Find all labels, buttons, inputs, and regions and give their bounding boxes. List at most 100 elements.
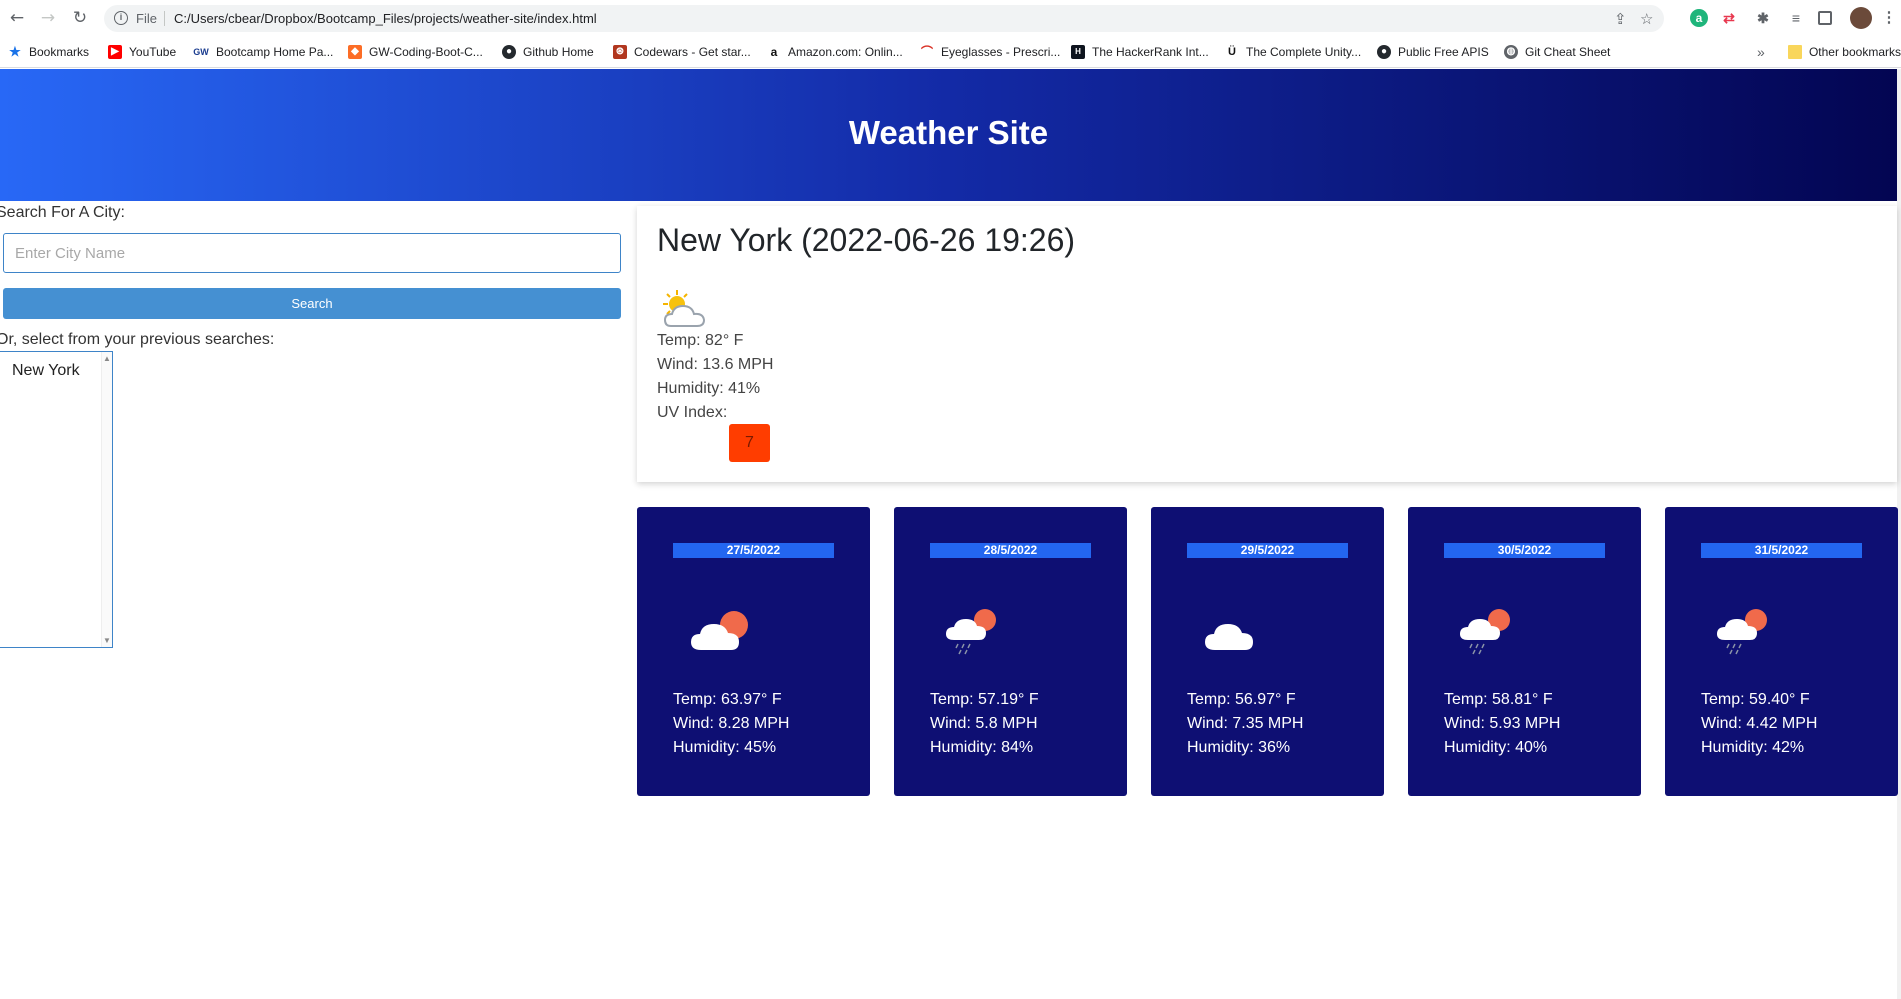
history-scrollbar[interactable]: ▲ ▼ — [101, 352, 112, 647]
scheme-label: File — [136, 11, 157, 26]
rain-sun-icon — [1717, 609, 1767, 655]
search-label: Search For A City: — [0, 204, 125, 221]
eyeglasses-icon: ⌒ — [920, 45, 933, 59]
gitlab-icon: ◆ — [348, 45, 362, 59]
forecast-wind: Wind: 5.93 MPH — [1444, 715, 1561, 732]
back-arrow-icon[interactable]: ← — [7, 8, 27, 28]
url-text[interactable]: C:/Users/cbear/Dropbox/Bootcamp_Files/pr… — [174, 11, 597, 26]
bookmark-label: Git Cheat Sheet — [1525, 45, 1611, 59]
forecast-wind: Wind: 4.42 MPH — [1701, 715, 1818, 732]
other-bookmarks[interactable]: Other bookmarks — [1788, 42, 1901, 62]
forecast-humidity: Humidity: 84% — [930, 739, 1034, 756]
partly-sunny-icon — [663, 290, 706, 327]
scroll-up-icon[interactable]: ▲ — [103, 354, 111, 363]
extensions-puzzle-icon[interactable]: ✱ — [1754, 9, 1772, 27]
bookmark-label: Public Free APIS — [1398, 45, 1489, 59]
bookmark-item[interactable]: ● Github Home — [502, 42, 594, 62]
github-icon: ● — [1377, 45, 1391, 59]
current-humidity: Humidity: 41% — [657, 380, 761, 397]
page-title: Weather Site — [848, 114, 1049, 151]
profile-avatar[interactable] — [1850, 7, 1872, 29]
bookmark-label: GW-Coding-Boot-C... — [369, 45, 483, 59]
amazon-icon: a — [770, 45, 778, 59]
forecast-date: 29/5/2022 — [1187, 543, 1348, 558]
bookmark-star-icon[interactable]: ☆ — [1640, 10, 1653, 28]
history-item-new-york[interactable]: New York — [12, 362, 80, 380]
bookmark-item[interactable]: ▶ YouTube — [108, 42, 176, 62]
city-search-input[interactable] — [3, 233, 621, 273]
forecast-date: 30/5/2022 — [1444, 543, 1605, 558]
bookmark-label: Bootcamp Home Pa... — [216, 45, 334, 59]
bookmark-label: YouTube — [129, 45, 177, 59]
forecast-date: 28/5/2022 — [930, 543, 1091, 558]
forecast-temp: Temp: 56.97° F — [1187, 691, 1296, 708]
previous-searches-list[interactable]: New York ▲ ▼ — [0, 351, 113, 648]
reading-list-icon[interactable]: ≡ — [1787, 9, 1805, 27]
bookmark-item[interactable]: GW Bootcamp Home Pa... — [193, 42, 333, 62]
address-bar[interactable]: i File C:/Users/cbear/Dropbox/Bootcamp_F… — [104, 5, 1664, 32]
rain-sun-icon — [1460, 609, 1510, 655]
forecast-card: 29/5/2022 Temp: 56.97° F Wind: 7.35 MPH … — [1151, 507, 1384, 796]
gw-icon: GW — [193, 47, 209, 57]
bookmarks-overflow-button[interactable]: » — [1757, 42, 1765, 62]
forecast-card: 28/5/2022 Temp: 57.19° F Wind: 5.8 MPH H… — [894, 507, 1127, 796]
forecast-humidity: Humidity: 42% — [1701, 739, 1805, 756]
grammarly-extension-icon[interactable]: a — [1690, 9, 1708, 27]
forecast-wind: Wind: 8.28 MPH — [673, 715, 790, 732]
bookmark-item[interactable]: ⌒ Eyeglasses - Prescri... — [920, 42, 1060, 62]
bookmark-item[interactable]: ★ Bookmarks — [8, 42, 89, 62]
other-bookmarks-label: Other bookmarks — [1808, 45, 1901, 59]
current-wind: Wind: 13.6 MPH — [657, 356, 774, 373]
forecast-humidity: Humidity: 36% — [1187, 739, 1291, 756]
forecast-temp: Temp: 58.81° F — [1444, 691, 1553, 708]
forecast-card: 30/5/2022 Temp: 58.81° F Wind: 5.93 MPH … — [1408, 507, 1641, 796]
bookmark-label: The HackerRank Int... — [1092, 45, 1209, 59]
scroll-down-icon[interactable]: ▼ — [103, 636, 111, 645]
bookmark-label: Codewars - Get star... — [634, 45, 751, 59]
bookmark-item[interactable]: a Amazon.com: Onlin... — [767, 42, 903, 62]
bookmark-label: Amazon.com: Onlin... — [788, 45, 903, 59]
bookmark-item[interactable]: ⊛ Codewars - Get star... — [613, 42, 751, 62]
codewars-icon: ⊛ — [613, 45, 627, 59]
forecast-card: 27/5/2022 Temp: 63.97° F Wind: 8.28 MPH … — [637, 507, 870, 796]
bookmark-label: The Complete Unity... — [1246, 45, 1362, 59]
bookmark-label: Bookmarks — [29, 45, 90, 59]
star-icon: ★ — [9, 44, 21, 59]
bookmark-item[interactable]: ◆ GW-Coding-Boot-C... — [348, 42, 483, 62]
bookmark-item[interactable]: ◍ Git Cheat Sheet — [1504, 42, 1610, 62]
forecast-date: 27/5/2022 — [673, 543, 834, 558]
current-city-title: New York (2022-06-26 19:26) — [657, 222, 1076, 258]
forecast-wind: Wind: 5.8 MPH — [930, 715, 1038, 732]
share-icon[interactable]: ⇪ — [1614, 10, 1627, 28]
address-divider — [164, 11, 165, 26]
bookmark-item[interactable]: Ü The Complete Unity... — [1225, 42, 1361, 62]
bookmark-item[interactable]: ● Public Free APIS — [1377, 42, 1489, 62]
current-weather-card: New York (2022-06-26 19:26) Temp: 82° F … — [637, 206, 1897, 482]
search-button[interactable]: Search — [3, 288, 621, 319]
side-panel-icon[interactable] — [1818, 11, 1832, 25]
forward-arrow-icon[interactable]: → — [38, 8, 58, 28]
info-icon[interactable]: i — [114, 11, 128, 25]
github-icon: ● — [502, 45, 516, 59]
uv-index-label: UV Index: — [657, 404, 728, 421]
bookmark-label: Github Home — [523, 45, 594, 59]
youtube-icon: ▶ — [108, 45, 122, 59]
bookmark-label: Eyeglasses - Prescri... — [941, 45, 1061, 59]
cloud-icon — [1205, 624, 1253, 650]
forecast-humidity: Humidity: 45% — [673, 739, 777, 756]
globe-icon: ◍ — [1504, 45, 1518, 59]
forecast-humidity: Humidity: 40% — [1444, 739, 1548, 756]
reload-icon[interactable]: ↻ — [70, 8, 90, 28]
udemy-icon: Ü — [1228, 46, 1236, 58]
extension-icon[interactable]: ⇄ — [1720, 9, 1738, 27]
bookmark-item[interactable]: H The HackerRank Int... — [1071, 42, 1209, 62]
current-temp: Temp: 82° F — [657, 332, 744, 349]
forecast-card: 31/5/2022 Temp: 59.40° F Wind: 4.42 MPH … — [1665, 507, 1898, 796]
bookmarks-bar: ★ Bookmarks ▶ YouTube GW Bootcamp Home Pa..… — [0, 35, 1901, 68]
folder-icon — [1788, 45, 1802, 59]
menu-kebab-icon[interactable]: ⋮ — [1880, 9, 1898, 27]
previous-searches-label: Or, select from your previous searches: — [0, 331, 275, 348]
site-header: Weather Site — [0, 69, 1897, 201]
forecast-date: 31/5/2022 — [1701, 543, 1862, 558]
hackerrank-icon: H — [1071, 45, 1085, 59]
